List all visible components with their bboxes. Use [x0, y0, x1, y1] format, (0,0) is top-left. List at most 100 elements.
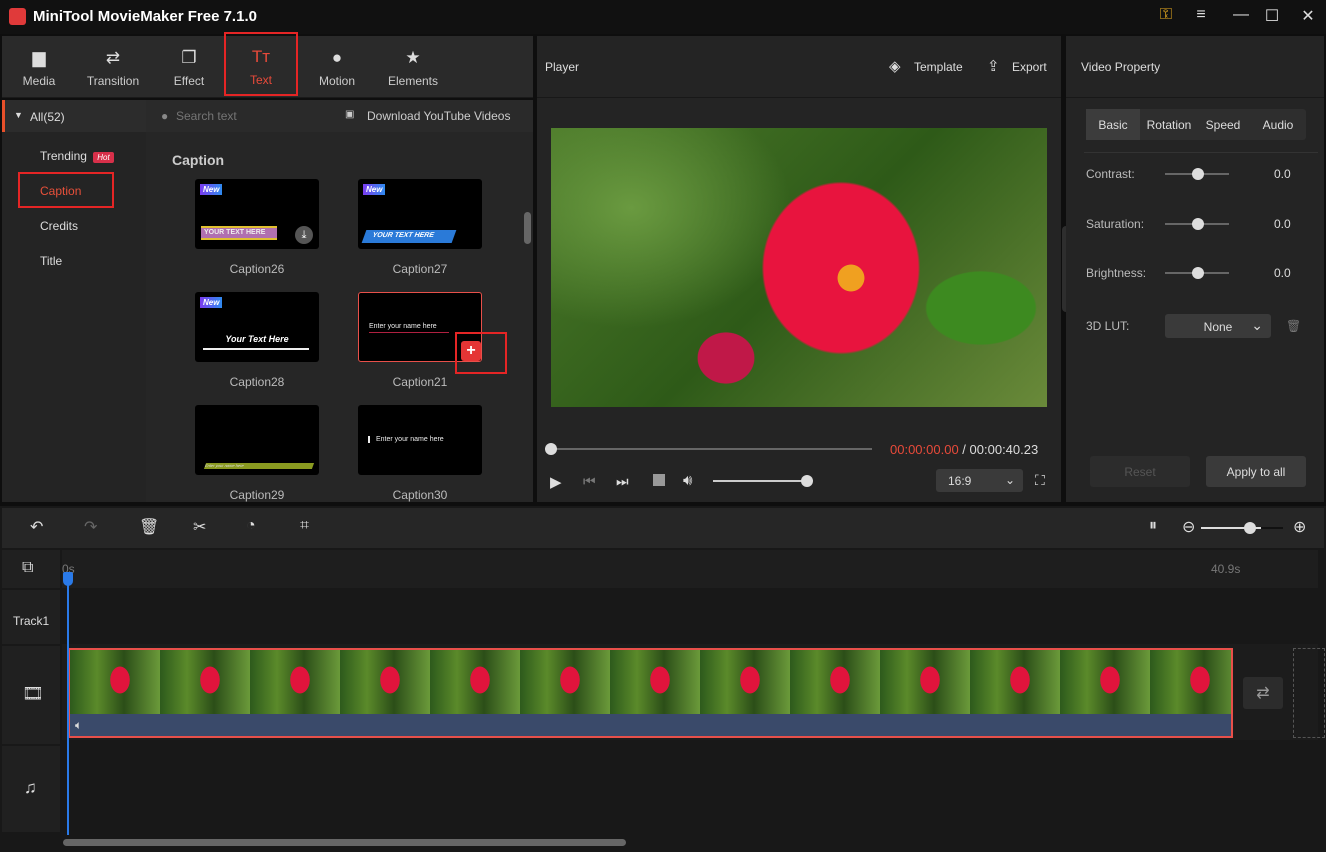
contrast-knob[interactable]: [1192, 168, 1204, 180]
next-frame-icon[interactable]: ⏭: [616, 473, 629, 490]
caption-card[interactable]: Enter your name here: [195, 405, 319, 475]
caption-card[interactable]: New YOUR TEXT HERE ⤓: [195, 179, 319, 249]
app-title: MiniTool MovieMaker Free 7.1.0: [33, 8, 257, 25]
text-library: ● ▣ Download YouTube Videos Caption New …: [146, 100, 533, 502]
lut-select[interactable]: None ⌄: [1165, 314, 1271, 338]
vine-decoration: [203, 348, 309, 350]
seek-knob[interactable]: [545, 443, 557, 455]
key-icon[interactable]: ⚿: [1154, 6, 1178, 24]
fullscreen-icon[interactable]: ⛶: [1035, 472, 1045, 489]
scissors-icon[interactable]: ✂: [193, 517, 206, 537]
sidebar-item-title[interactable]: Title: [40, 254, 62, 268]
saturation-knob[interactable]: [1192, 218, 1204, 230]
sidebar-item-credits[interactable]: Credits: [40, 219, 78, 233]
youtube-download-icon: ▣: [345, 109, 355, 120]
zoom-slider[interactable]: [1201, 527, 1283, 529]
main-toolbar: ▆ Media ⇄ Transition ❐ Effect Tт Text ● Motio…: [2, 32, 533, 98]
search-bar: ● ▣ Download YouTube Videos: [146, 100, 533, 132]
property-tabs: Basic Rotation Speed Audio: [1086, 109, 1306, 140]
tab-basic[interactable]: Basic: [1086, 109, 1140, 140]
caption-card[interactable]: New YOUR TEXT HERE: [358, 179, 482, 249]
caption-card[interactable]: Enter your name here: [358, 405, 482, 475]
film-icon: 🎞︎: [22, 684, 44, 703]
minimize-button[interactable]: —: [1229, 6, 1253, 24]
add-track-icon[interactable]: ⧉: [22, 559, 33, 577]
video-track-header: 🎞︎: [2, 646, 60, 744]
transition-arrows-icon: ⇄: [105, 48, 121, 67]
template-button[interactable]: Template: [914, 60, 963, 74]
zoom-in-icon[interactable]: ⊕: [1293, 517, 1306, 537]
maximize-button[interactable]: ☐: [1260, 6, 1284, 26]
tab-effect[interactable]: ❐ Effect: [160, 36, 218, 98]
zoom-knob[interactable]: [1244, 522, 1256, 534]
menu-icon[interactable]: ≡: [1189, 6, 1213, 24]
horizontal-scrollbar[interactable]: [63, 839, 626, 846]
tab-text[interactable]: Tт Text: [224, 32, 298, 96]
tab-media[interactable]: ▆ Media: [10, 36, 68, 98]
title-bar: MiniTool MovieMaker Free 7.1.0 ⚿ ≡ — ☐ ✕: [0, 0, 1326, 34]
elements-icon: ★: [405, 48, 421, 67]
audio-track-header: ♫: [2, 746, 60, 832]
volume-knob[interactable]: [801, 475, 813, 487]
video-preview: [551, 128, 1047, 407]
tab-rotation[interactable]: Rotation: [1142, 118, 1196, 132]
clip-volume-icon[interactable]: 🔈︎: [75, 718, 82, 733]
time-ruler: 0s 40.9s: [62, 550, 1318, 588]
tab-speed[interactable]: Speed: [1196, 118, 1250, 132]
export-button[interactable]: Export: [1012, 60, 1047, 74]
text-icon: Tт: [251, 47, 271, 66]
track1-label: Track1: [2, 590, 60, 644]
app-logo: [9, 8, 26, 25]
volume-slider[interactable]: [713, 480, 807, 482]
video-clip[interactable]: 🔈︎: [68, 648, 1233, 738]
section-title: Caption: [172, 152, 225, 168]
tab-motion[interactable]: ● Motion: [308, 36, 366, 98]
motion-icon: ●: [331, 48, 343, 67]
sidebar-item-caption[interactable]: Caption: [18, 172, 114, 208]
category-all[interactable]: ▼ All(52): [2, 100, 146, 132]
category-sidebar: ▼ All(52) Trending Hot Caption Credits T…: [2, 100, 146, 502]
play-icon[interactable]: ▶: [550, 473, 562, 491]
tab-audio[interactable]: Audio: [1251, 118, 1305, 132]
reset-button[interactable]: Reset: [1090, 456, 1190, 487]
clip-thumbnails: [70, 650, 1231, 714]
playhead-handle[interactable]: [63, 572, 73, 586]
music-note-icon: ♫: [24, 778, 37, 797]
speed-icon[interactable]: ◔: [246, 517, 256, 535]
hot-badge: Hot: [93, 152, 114, 163]
playhead[interactable]: [67, 575, 69, 835]
fit-timeline-icon[interactable]: ⏸: [1149, 517, 1157, 535]
close-button[interactable]: ✕: [1296, 6, 1320, 26]
aspect-ratio-select[interactable]: 16:9 ⌄: [936, 469, 1023, 492]
video-property-panel: Video Property Basic Rotation Speed Audi…: [1066, 36, 1324, 502]
download-youtube-link[interactable]: Download YouTube Videos: [367, 109, 510, 123]
crop-icon[interactable]: ⌗: [300, 517, 309, 535]
chevron-down-icon: ⌄: [1251, 317, 1263, 333]
player-panel: Player ◈ Template ⇪ Export 00:00:00.00 /…: [537, 36, 1061, 502]
redo-icon[interactable]: ↷: [84, 517, 97, 537]
search-input[interactable]: [176, 106, 326, 126]
effect-icon: ❐: [181, 48, 197, 67]
caption-card[interactable]: New Your Text Here: [195, 292, 319, 362]
highlight-box: +: [455, 332, 507, 374]
chevron-down-icon: ⌄: [1004, 473, 1015, 487]
add-clip-placeholder[interactable]: [1293, 648, 1325, 738]
previous-frame-icon[interactable]: ⏮: [583, 473, 596, 490]
sidebar-item-trending[interactable]: Trending Hot: [40, 149, 114, 163]
volume-icon[interactable]: 🔊︎: [683, 472, 692, 489]
add-plus-icon[interactable]: +: [461, 341, 481, 361]
download-icon[interactable]: ⤓: [295, 226, 313, 244]
stop-icon[interactable]: [653, 474, 665, 486]
tab-elements[interactable]: ★ Elements: [380, 36, 446, 98]
scrollbar[interactable]: [524, 212, 531, 244]
apply-to-all-button[interactable]: Apply to all: [1206, 456, 1306, 487]
zoom-out-icon[interactable]: ⊖: [1182, 517, 1195, 537]
seek-bar[interactable]: [550, 448, 872, 450]
undo-icon[interactable]: ↶: [30, 517, 43, 537]
trash-icon[interactable]: 🗑︎: [1286, 319, 1301, 333]
brightness-knob[interactable]: [1192, 267, 1204, 279]
delete-icon[interactable]: 🗑︎: [139, 517, 159, 537]
tab-transition[interactable]: ⇄ Transition: [80, 36, 146, 98]
transition-swap-icon[interactable]: ⇄: [1243, 677, 1283, 709]
player-header: Player ◈ Template ⇪ Export: [537, 36, 1061, 98]
